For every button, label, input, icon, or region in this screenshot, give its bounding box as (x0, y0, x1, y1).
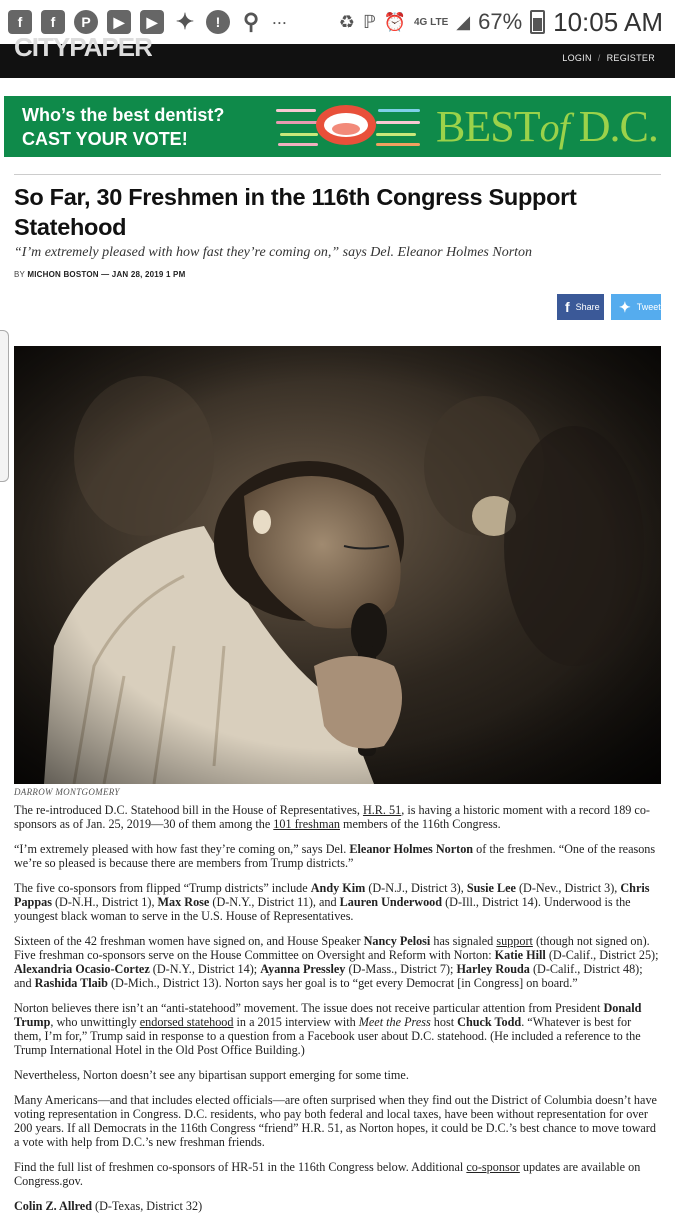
youtube-icon: ▶ (107, 10, 131, 34)
edge-panel-handle[interactable] (0, 330, 9, 482)
support-link[interactable]: support (496, 934, 533, 948)
co-sponsor-link[interactable]: co-sponsor (466, 1160, 519, 1174)
facebook-icon: f (565, 299, 570, 315)
mouth-icon (276, 97, 426, 157)
article-title: So Far, 30 Freshmen in the 116th Congres… (14, 184, 577, 240)
paragraph: Nevertheless, Norton doesn’t see any bip… (14, 1068, 409, 1082)
paragraph: Sixteen of the 42 freshman women have si… (14, 934, 659, 990)
location-icon: ⚲ (242, 9, 260, 34)
twitter-icon: ✦ (175, 9, 195, 34)
publish-date: JAN 28, 2019 1 PM (111, 270, 186, 279)
best-of-dc-logo: BESTof D.C. (436, 102, 659, 151)
register-link[interactable]: REGISTER (607, 53, 655, 63)
banner-line-1: Who’s the best dentist? (22, 104, 225, 125)
facebook-icon: f (41, 10, 65, 34)
paragraph: Find the full list of freshmen co-sponso… (14, 1160, 641, 1188)
battery-icon (530, 10, 546, 34)
paragraph: Many Americans—and that includes elected… (14, 1093, 657, 1149)
hr51-link[interactable]: H.R. 51 (363, 803, 401, 817)
site-logo[interactable]: CITYPAPER (14, 38, 152, 60)
twitter-share-button[interactable]: ✦ Tweet (611, 294, 661, 320)
endorsed-statehood-link[interactable]: endorsed statehood (140, 1015, 234, 1029)
divider (14, 174, 661, 175)
recycle-icon: ♻ (338, 11, 355, 32)
network-label: 4G LTE (413, 16, 449, 28)
alarm-icon: ⏰ (383, 11, 406, 32)
battery-percent: 67% (478, 9, 523, 34)
twitter-icon: ✦ (619, 298, 631, 315)
paragraph: Norton believes there isn’t an “anti-sta… (14, 1001, 642, 1057)
article-photo (14, 346, 661, 784)
facebook-icon: f (8, 10, 32, 34)
site-header: CITYPAPER LOGIN / REGISTER (0, 38, 675, 78)
bluetooth-icon: ℙ (362, 11, 376, 32)
author-link[interactable]: MICHON BOSTON (27, 270, 98, 279)
banner-text: Who’s the best dentist? CAST YOUR VOTE! (4, 103, 262, 151)
paragraph: “I’m extremely pleased with how fast the… (14, 842, 656, 870)
signal-icon: ◢ (456, 11, 471, 32)
youtube-icon: ▶ (140, 10, 164, 34)
facebook-share-button[interactable]: f Share (557, 294, 604, 320)
paragraph: The five co-sponsors from flipped “Trump… (14, 881, 650, 923)
photo-credit: DARROW MONTGOMERY (14, 787, 120, 797)
alert-icon: ! (206, 10, 230, 34)
more-notifications-icon: ∙∙∙ (272, 11, 288, 32)
clock: 10:05 AM (553, 6, 663, 37)
account-links: LOGIN / REGISTER (562, 53, 655, 63)
paragraph: The re-introduced D.C. Statehood bill in… (14, 803, 650, 831)
link-separator: / (597, 53, 601, 63)
freshman-link[interactable]: 101 freshman (273, 817, 340, 831)
article-body: The re-introduced D.C. Statehood bill in… (14, 803, 661, 1224)
pinterest-icon: P (74, 10, 98, 34)
best-of-dc-banner-ad[interactable]: Who’s the best dentist? CAST YOUR VOTE! … (4, 96, 671, 157)
system-icons: ♻ ℙ ⏰ 4G LTE ◢ 67% 10:05 AM (339, 7, 675, 38)
byline: BY MICHON BOSTON — JAN 28, 2019 1 PM (14, 270, 186, 279)
login-link[interactable]: LOGIN (562, 53, 592, 63)
notification-icons: f f P ▶ ▶ ✦ ! ⚲ ∙∙∙ (0, 9, 288, 34)
paragraph: Colin Z. Allred (D-Texas, District 32) (14, 1199, 203, 1213)
article-dek: “I’m extremely pleased with how fast the… (14, 245, 533, 260)
banner-line-2: CAST YOUR VOTE! (22, 128, 188, 149)
